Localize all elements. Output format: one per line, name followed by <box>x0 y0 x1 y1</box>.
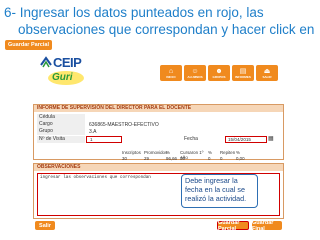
guardar-parcial-button-top[interactable]: Guardar Parcial <box>5 40 52 50</box>
fecha-input[interactable]: 15/04/2015 <box>225 136 267 143</box>
nav-tile-caption: INFORMES <box>235 74 251 79</box>
n-visita-input[interactable]: 1 <box>86 136 122 143</box>
house-icon: ⌂ <box>168 67 174 75</box>
nav-tile-3[interactable]: ▤ INFORMES <box>232 65 254 81</box>
stats-value-cell: 96,66 <box>166 156 177 161</box>
date-callout: Debe ingresar la fecha en la cual se rea… <box>181 174 258 208</box>
stats-value-cell: 29 <box>144 156 149 161</box>
report-panel-header: INFORME DE SUPERVISIÓN DEL DIRECTOR PARA… <box>34 105 283 112</box>
stats-value-row: 30 29 96,66 30 0 0 0,00 <box>122 156 248 161</box>
fecha-label: Fecha <box>184 136 198 142</box>
field-label: Cargo <box>37 121 85 128</box>
ceip-logo-text: CEIP <box>53 55 82 70</box>
instruction-line-1: 6- Ingresar los datos punteados en rojo,… <box>4 5 264 20</box>
stats-value-cell: 0,00 <box>236 156 245 161</box>
nav-tile-0[interactable]: ⌂ INICIO <box>160 65 182 81</box>
document-icon: ▤ <box>239 67 247 75</box>
person-icon: ☺ <box>191 67 199 75</box>
field-value: 3.A <box>89 128 97 135</box>
field-row-cedula: Cédula <box>37 114 89 121</box>
nav-tile-2[interactable]: ☻ GRUPOS <box>208 65 230 81</box>
field-row-grupo: Grupo 3.A <box>37 128 97 135</box>
guardar-final-button[interactable]: Guardar Final <box>252 220 282 232</box>
guardar-parcial-button-bottom[interactable]: Guardar Parcial <box>217 220 249 232</box>
nav-tile-caption: GRUPOS <box>212 74 226 79</box>
exit-icon: ⏏ <box>263 67 271 75</box>
field-label: Grupo <box>37 128 85 135</box>
nav-tile-caption: SALIR <box>262 74 272 79</box>
nav-tile-caption: INICIO <box>166 74 176 79</box>
field-value: 636865-MAESTRO-EFECTIVO <box>89 121 159 128</box>
instruction-text: 6- Ingresar los datos punteados en rojo,… <box>4 4 318 38</box>
field-row-cargo: Cargo 636865-MAESTRO-EFECTIVO <box>37 121 159 128</box>
observaciones-header: OBSERVACIONES <box>34 164 283 171</box>
n-visita-label: Nº de Visita <box>37 136 85 143</box>
guri-logo-text: Guri <box>52 72 73 83</box>
group-icon: ☻ <box>215 67 223 75</box>
ceip-guri-logo: CEIP Guri <box>40 55 100 93</box>
bottom-button-bar: Salir Guardar Parcial Guardar Final <box>33 220 284 232</box>
stats-value-cell: 30 <box>122 156 127 161</box>
stats-value-cell: 0 <box>220 156 223 161</box>
nav-tile-1[interactable]: ☺ ALUMNOS <box>184 65 206 81</box>
nav-tile-caption: ALUMNOS <box>187 74 203 79</box>
stats-value-cell: 30 <box>180 156 185 161</box>
salir-button[interactable]: Salir <box>35 221 55 230</box>
instruction-line-2: observaciones que correspondan y hacer c… <box>18 22 315 37</box>
top-nav-icons: ⌂ INICIO ☺ ALUMNOS ☻ GRUPOS ▤ INFORMES ⏏… <box>160 65 278 81</box>
ceip-mark-icon <box>40 56 52 68</box>
field-row-n-visita: Nº de Visita <box>37 136 85 143</box>
nav-tile-4[interactable]: ⏏ SALIR <box>256 65 278 81</box>
calendar-icon[interactable]: ▦ <box>268 136 274 143</box>
field-label: Cédula <box>37 114 85 121</box>
report-panel: INFORME DE SUPERVISIÓN DEL DIRECTOR PARA… <box>33 104 284 161</box>
stats-value-cell: 0 <box>208 156 211 161</box>
